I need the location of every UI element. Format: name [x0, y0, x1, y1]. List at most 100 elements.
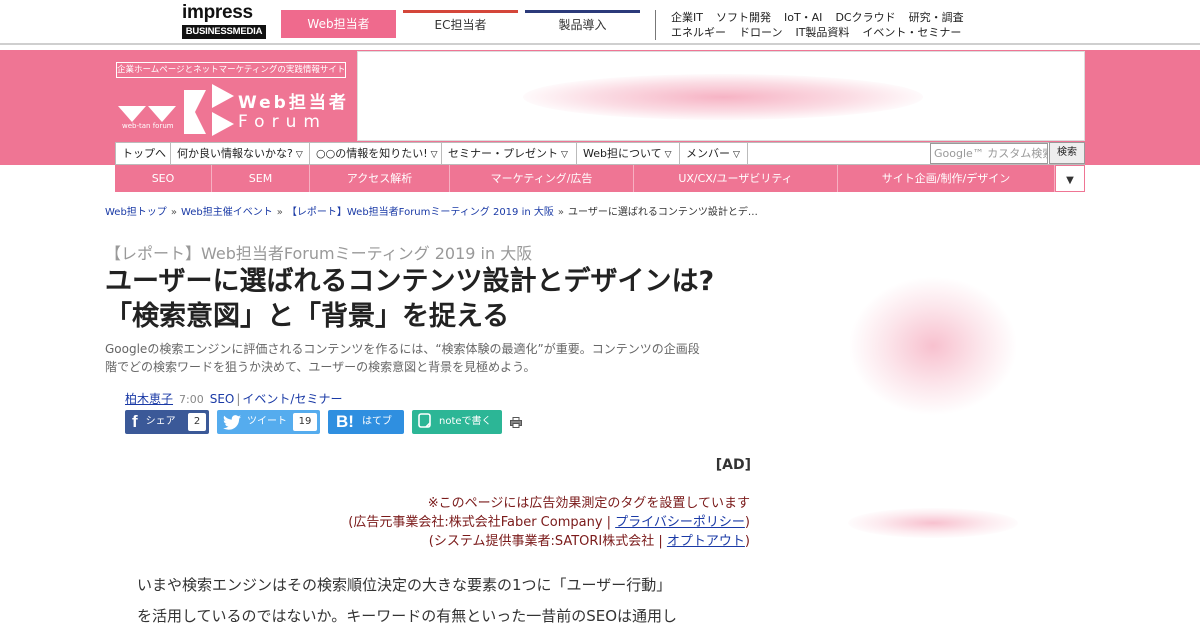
breadcrumb-separator: » — [170, 207, 177, 218]
top-divider — [655, 10, 656, 40]
network-links-row-2: エネルギー ドローン IT製品資料 イベント・セミナー — [671, 25, 1001, 40]
ad-sponsor-text: (広告元事業会社:株式会社Faber Company | — [348, 515, 616, 530]
ad-mark: [AD] — [715, 457, 751, 473]
article-title: ユーザーに選ばれるコンテンツ設計とデザインは? 「検索意図」と「背景」を捉える — [105, 264, 765, 334]
dropdown-triangle-icon: ▽ — [561, 150, 568, 160]
article-lead-line: 階でどの検索ワードを狙うか決めて、ユーザーの検索意図と背景を見極めよう。 — [105, 360, 536, 374]
article-byline: 柏木恵子 7:00 SEO | イベント/セミナー — [125, 390, 342, 407]
sidebar-ad[interactable] — [848, 276, 1018, 416]
breadcrumb-separator: » — [557, 207, 565, 218]
nav-item-label: トップへ — [122, 147, 166, 160]
banner-ad-image — [523, 74, 923, 120]
site-logo-sub: Forum — [238, 112, 327, 132]
network-link[interactable]: 企業IT — [671, 11, 703, 24]
note-share-label: noteで書く — [439, 416, 492, 427]
privacy-policy-link[interactable]: プライバシーポリシー — [615, 515, 745, 530]
network-link[interactable]: ドローン — [739, 26, 782, 39]
note-share-button[interactable]: noteで書く — [412, 410, 502, 434]
nav-item-about[interactable]: Web担について ▽ — [577, 143, 680, 164]
category-item-analytics[interactable]: アクセス解析 — [310, 165, 450, 192]
search-button[interactable]: 検索 — [1049, 142, 1085, 164]
article-body-line: いまや検索エンジンはその検索順位決定の大きな要素の1つに「ユーザー行動」 — [137, 576, 672, 594]
network-link[interactable]: DCクラウド — [835, 11, 895, 24]
hatena-bookmark-button[interactable]: B! はてブ — [328, 410, 404, 434]
breadcrumb-link[interactable]: 【レポート】Web担当者Forumミーティング 2019 in 大阪 — [287, 207, 554, 218]
network-link[interactable]: イベント・セミナー — [862, 26, 961, 39]
impress-logo-sub: BUSINESSMEDIA — [182, 25, 266, 39]
opt-out-link[interactable]: オプトアウト — [667, 534, 745, 549]
category-more-icon[interactable]: ▼ — [1055, 165, 1085, 192]
category-item-design[interactable]: サイト企画/制作/デザイン — [838, 165, 1055, 192]
twitter-share-button[interactable]: ツイート 19 — [217, 410, 320, 434]
breadcrumb-separator: » — [276, 207, 283, 218]
ad-notice-line: (システム提供事業者:SATORI株式会社 | オプトアウト) — [280, 532, 750, 551]
network-link[interactable]: 研究・調査 — [909, 11, 964, 24]
site-logo[interactable]: Web担当者 Forum web-tan forum — [116, 82, 356, 138]
facebook-share-button[interactable]: f シェア 2 — [125, 410, 209, 434]
category-link-event[interactable]: イベント/セミナー — [242, 392, 342, 406]
category-nav: SEO SEM アクセス解析 マーケティング/広告 UX/CX/ユーザビリティ … — [115, 165, 1085, 192]
print-icon[interactable] — [510, 417, 522, 428]
service-tab-web[interactable]: Web担当者 — [281, 10, 396, 38]
nav-item-label: ○○の情報を知りたい! — [316, 147, 428, 160]
network-link[interactable]: エネルギー — [671, 26, 726, 39]
ad-system-text: (システム提供事業者:SATORI株式会社 | — [428, 534, 667, 549]
impress-logo[interactable]: impress BUSINESSMEDIA — [182, 3, 266, 41]
breadcrumb-current: ユーザーに選ばれるコンテンツ設計とデ… — [568, 207, 758, 218]
banner-ad[interactable] — [357, 51, 1085, 141]
twitter-share-count: 19 — [293, 413, 317, 431]
breadcrumb-link[interactable]: Web担トップ — [105, 207, 167, 218]
nav-item-label: Web担について — [583, 147, 662, 160]
category-separator: | — [236, 392, 241, 406]
dropdown-triangle-icon: ▽ — [430, 150, 438, 160]
nav-item-member[interactable]: メンバー ▽ — [680, 143, 748, 164]
dropdown-triangle-icon: ▽ — [295, 150, 303, 160]
author-link[interactable]: 柏木恵子 — [125, 392, 173, 406]
nav-item-top[interactable]: トップへ — [116, 143, 171, 164]
ad-notice: ※このページには広告効果測定のタグを設置しています (広告元事業会社:株式会社F… — [280, 494, 750, 551]
network-link[interactable]: IoT・AI — [784, 11, 822, 24]
publish-time: 7:00 — [179, 393, 204, 406]
network-link[interactable]: ソフト開発 — [716, 11, 771, 24]
article-title-line: 「検索意図」と「背景」を捉える — [105, 301, 510, 332]
article-body: いまや検索エンジンはその検索順位決定の大きな要素の1つに「ユーザー行動」 を活用… — [137, 570, 757, 630]
nav-item-label: メンバー — [686, 147, 730, 160]
impress-logo-word: impress — [182, 2, 253, 23]
hatena-bookmark-label: はてブ — [361, 416, 392, 427]
network-links: 企業IT ソフト開発 IoT・AI DCクラウド 研究・調査 エネルギー ドローン IT製品… — [671, 10, 1001, 40]
breadcrumb-link[interactable]: Web担主催イベント — [181, 207, 273, 218]
category-item-ux[interactable]: UX/CX/ユーザビリティ — [634, 165, 838, 192]
ad-paren-close: ) — [744, 534, 750, 549]
site-logo-small: web-tan forum — [122, 122, 174, 130]
note-icon — [418, 410, 431, 434]
sidebar-ad[interactable] — [848, 508, 1018, 538]
article-body-line: を活用しているのではないか。キーワードの有無といった一昔前のSEOは通用し — [137, 607, 678, 625]
service-tab-ec[interactable]: EC担当者 — [403, 10, 518, 38]
facebook-share-count: 2 — [188, 413, 206, 431]
search-input[interactable]: Google™ カスタム検索 — [930, 143, 1048, 164]
category-link-seo[interactable]: SEO — [210, 392, 235, 406]
hatena-bookmark-icon: B! — [336, 412, 354, 431]
twitter-bird-icon — [223, 410, 241, 434]
top-bar: impress BUSINESSMEDIA Web担当者 EC担当者 製品導入 … — [0, 0, 1200, 45]
nav-item-want-info[interactable]: ○○の情報を知りたい! ▽ — [310, 143, 442, 164]
nav-item-seminar[interactable]: セミナー・プレゼント ▽ — [442, 143, 577, 164]
twitter-share-label: ツイート — [247, 416, 287, 427]
ad-notice-line: ※このページには広告効果測定のタグを設置しています — [427, 496, 750, 511]
category-item-sem[interactable]: SEM — [212, 165, 310, 192]
ad-paren-close: ) — [744, 515, 750, 530]
network-link[interactable]: IT製品資料 — [795, 26, 849, 39]
site-tagline: 企業ホームページとネットマーケティングの実践情報サイト — [116, 62, 346, 78]
category-item-marketing[interactable]: マーケティング/広告 — [450, 165, 634, 192]
nav-item-label: 何か良い情報ないかな? — [177, 147, 293, 160]
category-item-seo[interactable]: SEO — [115, 165, 212, 192]
breadcrumb: Web担トップ» Web担主催イベント» 【レポート】Web担当者Forumミーティ… — [105, 203, 765, 218]
nav-item-label: セミナー・プレゼント — [448, 147, 558, 160]
article-kicker: 【レポート】Web担当者Forumミーティング 2019 in 大阪 — [105, 244, 533, 263]
article-lead-line: Googleの検索エンジンに評価されるコンテンツを作るには、“検索体験の最適化”… — [105, 342, 700, 356]
dropdown-triangle-icon: ▽ — [733, 150, 740, 160]
service-tab-product[interactable]: 製品導入 — [525, 10, 640, 38]
article-title-line: ユーザーに選ばれるコンテンツ設計とデザインは? — [105, 266, 715, 297]
ad-notice-line: (広告元事業会社:株式会社Faber Company | プライバシーポリシー) — [280, 513, 750, 532]
nav-item-good-info[interactable]: 何か良い情報ないかな? ▽ — [171, 143, 310, 164]
